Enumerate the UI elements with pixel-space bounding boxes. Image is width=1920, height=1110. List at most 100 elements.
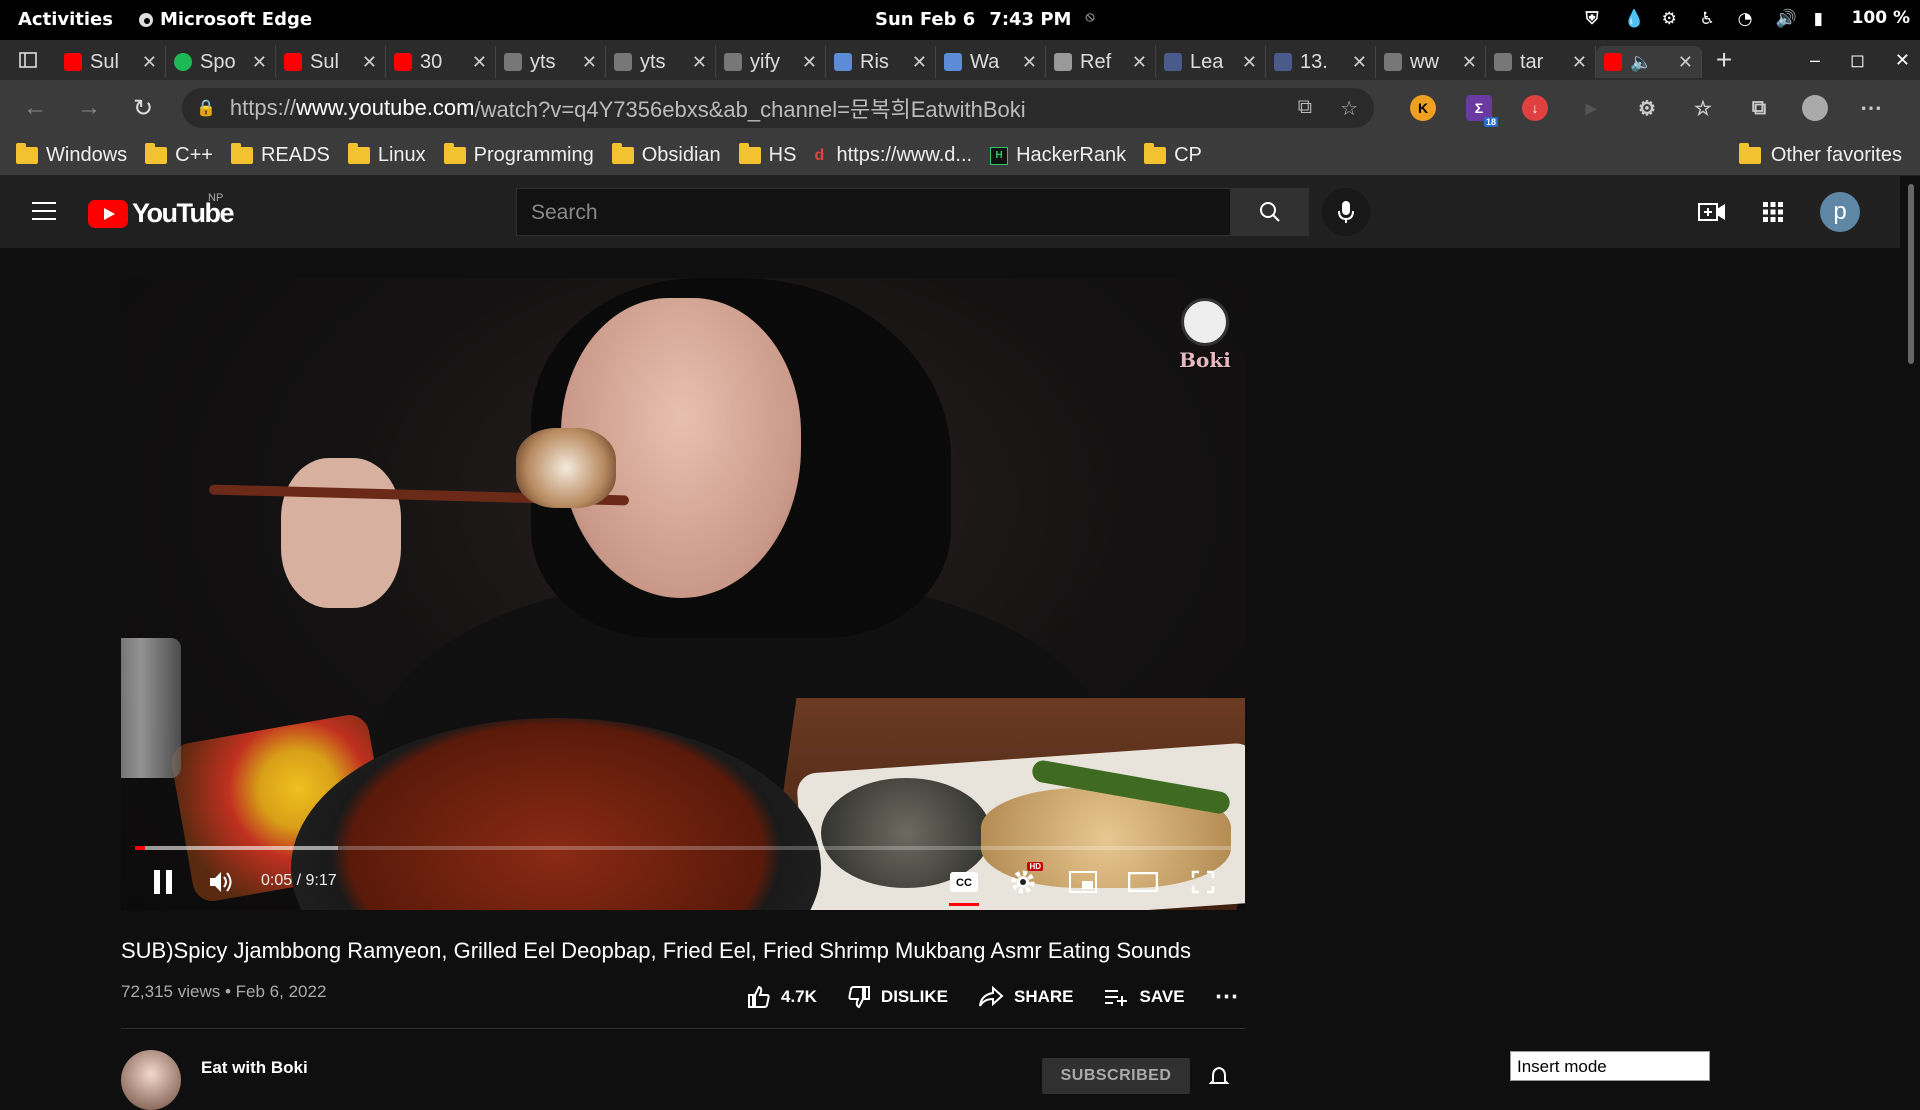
- close-tab-icon[interactable]: ✕: [472, 52, 487, 73]
- tab-9[interactable]: Ref ✕: [1046, 46, 1156, 78]
- maximize-icon[interactable]: ◻: [1850, 50, 1865, 71]
- back-button[interactable]: ←: [8, 94, 62, 122]
- bookmark-item[interactable]: Obsidian: [611, 143, 721, 167]
- extension-k-icon[interactable]: K: [1410, 95, 1436, 121]
- new-tab-button[interactable]: +: [1702, 44, 1746, 76]
- mute-button[interactable]: [203, 864, 239, 900]
- system-tray[interactable]: ⛨ 💧 ⚙ ♿ ◔ 🔊 ▮ 100 %: [1586, 8, 1910, 29]
- fullscreen-button[interactable]: [1185, 864, 1221, 900]
- audio-playing-icon[interactable]: 🔈: [1630, 52, 1652, 73]
- favorites-icon[interactable]: ☆: [1690, 95, 1716, 121]
- search-input[interactable]: Search: [516, 188, 1231, 236]
- bookmark-item[interactable]: Linux: [347, 143, 426, 167]
- theater-mode-button[interactable]: [1125, 864, 1161, 900]
- close-tab-icon[interactable]: ✕: [1022, 52, 1037, 73]
- bookmark-item[interactable]: Windows: [16, 143, 127, 167]
- bookmark-item[interactable]: d https://www.d...: [814, 144, 972, 167]
- tab-4[interactable]: yts ✕: [496, 46, 606, 78]
- close-tab-icon[interactable]: ✕: [252, 52, 267, 73]
- close-tab-icon[interactable]: ✕: [1132, 52, 1147, 73]
- voice-search-button[interactable]: [1322, 188, 1370, 236]
- tab-2[interactable]: Sul ✕: [276, 46, 386, 78]
- search-button[interactable]: [1231, 188, 1309, 236]
- tab-6[interactable]: yify ✕: [716, 46, 826, 78]
- bookmark-label: Linux: [377, 144, 426, 166]
- activities-button[interactable]: Activities: [18, 9, 113, 30]
- app-menu[interactable]: Microsoft Edge: [138, 9, 312, 30]
- bookmark-item[interactable]: Programming: [443, 143, 594, 167]
- save-button[interactable]: SAVE: [1104, 986, 1185, 1008]
- settings-button[interactable]: HD: [1005, 862, 1043, 900]
- scrollbar-thumb[interactable]: [1908, 184, 1914, 364]
- extensions-puzzle-icon[interactable]: ⚙: [1634, 95, 1660, 121]
- bookmark-item[interactable]: C++: [145, 143, 213, 167]
- add-favorite-icon[interactable]: ☆: [1340, 96, 1358, 121]
- collections-icon[interactable]: ⧉: [1746, 95, 1772, 121]
- tab-12[interactable]: ww ✕: [1376, 46, 1486, 78]
- tab-actions-button[interactable]: [0, 40, 56, 80]
- forward-button[interactable]: →: [62, 94, 116, 122]
- progress-bar[interactable]: [135, 846, 1231, 850]
- pause-button[interactable]: [145, 864, 181, 900]
- tab-7[interactable]: Ris ✕: [826, 46, 936, 78]
- extension-hidden-icon[interactable]: ▶: [1578, 95, 1604, 121]
- channel-name[interactable]: Eat with Boki: [201, 1058, 308, 1078]
- tab-8[interactable]: Wa ✕: [936, 46, 1046, 78]
- dislike-button[interactable]: DISLIKE: [847, 985, 948, 1009]
- channel-watermark[interactable]: Boki: [1177, 298, 1233, 382]
- close-window-icon[interactable]: ✕: [1895, 50, 1910, 71]
- thumbs-down-icon: [848, 985, 870, 1008]
- tab-3[interactable]: 30 ✕: [386, 46, 496, 78]
- closed-captions-icon: CC: [950, 872, 978, 892]
- header-actions: p: [1698, 192, 1860, 232]
- clock[interactable]: Sun Feb 6 7:43 PM ⦸: [875, 9, 1095, 30]
- tab-active-youtube[interactable]: 🔈 ✕: [1596, 46, 1702, 78]
- close-tab-icon[interactable]: ✕: [692, 52, 707, 73]
- tab-0[interactable]: Sul ✕: [56, 46, 166, 78]
- close-tab-icon[interactable]: ✕: [582, 52, 597, 73]
- close-tab-icon[interactable]: ✕: [142, 52, 157, 73]
- lock-icon[interactable]: 🔒: [196, 98, 216, 118]
- tab-10[interactable]: Lea ✕: [1156, 46, 1266, 78]
- close-tab-icon[interactable]: ✕: [802, 52, 817, 73]
- like-button[interactable]: 4.7K: [747, 985, 817, 1009]
- bookmark-item[interactable]: CP: [1144, 143, 1202, 167]
- video-player[interactable]: Boki 0:05 / 9:17 CC HD: [121, 278, 1245, 910]
- reload-button[interactable]: ↻: [116, 94, 170, 123]
- minimize-icon[interactable]: –: [1810, 50, 1820, 71]
- tab-label: Wa: [970, 50, 1000, 73]
- subscribed-button[interactable]: SUBSCRIBED: [1042, 1058, 1190, 1094]
- tab-11[interactable]: 13. ✕: [1266, 46, 1376, 78]
- close-tab-icon[interactable]: ✕: [1678, 52, 1693, 73]
- extension-sigma-icon[interactable]: Σ 18: [1466, 95, 1498, 127]
- close-tab-icon[interactable]: ✕: [1462, 52, 1477, 73]
- profile-icon[interactable]: [1802, 95, 1828, 121]
- guide-menu-icon[interactable]: [32, 202, 56, 220]
- download-extension-icon[interactable]: ↓: [1522, 95, 1548, 121]
- page-scrollbar[interactable]: [1900, 176, 1920, 1080]
- create-video-icon[interactable]: [1698, 201, 1726, 223]
- subtitles-button[interactable]: CC: [946, 864, 982, 906]
- apps-grid-icon[interactable]: [1762, 201, 1784, 223]
- close-tab-icon[interactable]: ✕: [1352, 52, 1367, 73]
- close-tab-icon[interactable]: ✕: [1572, 52, 1587, 73]
- tab-1[interactable]: Spo ✕: [166, 46, 276, 78]
- account-avatar[interactable]: p: [1820, 192, 1860, 232]
- tab-13[interactable]: tar ✕: [1486, 46, 1596, 78]
- share-button[interactable]: SHARE: [978, 985, 1074, 1008]
- more-menu-icon[interactable]: ⋯: [1858, 95, 1884, 121]
- folder-icon: [443, 143, 466, 164]
- bookmark-item[interactable]: HS: [738, 143, 796, 167]
- bookmark-item[interactable]: H HackerRank: [990, 144, 1126, 167]
- other-favorites[interactable]: Other favorites: [1738, 143, 1902, 167]
- more-actions-button[interactable]: ⋯: [1215, 982, 1239, 1011]
- bookmark-item[interactable]: READS: [230, 143, 330, 167]
- miniplayer-button[interactable]: [1065, 864, 1101, 900]
- open-in-app-icon[interactable]: ⧉: [1298, 96, 1312, 121]
- close-tab-icon[interactable]: ✕: [912, 52, 927, 73]
- channel-avatar[interactable]: [121, 1050, 181, 1110]
- close-tab-icon[interactable]: ✕: [1242, 52, 1257, 73]
- close-tab-icon[interactable]: ✕: [362, 52, 377, 73]
- tab-5[interactable]: yts ✕: [606, 46, 716, 78]
- address-bar[interactable]: 🔒 https://www.youtube.com/watch?v=q4Y735…: [182, 88, 1374, 128]
